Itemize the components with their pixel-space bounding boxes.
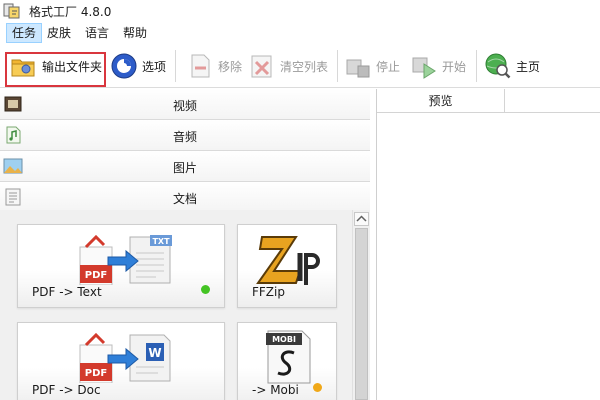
start-label: 开始 (442, 59, 467, 74)
start-icon (412, 57, 436, 79)
clear-list-label: 清空列表 (280, 59, 329, 74)
category-audio-label: 音频 (172, 130, 197, 144)
scroll-up-button[interactable] (354, 212, 369, 226)
remove-label: 移除 (218, 59, 243, 74)
svg-text:PDF: PDF (85, 368, 107, 379)
toolbar-divider (476, 50, 477, 82)
svg-text:MOBI: MOBI (272, 335, 296, 344)
home-label: 主页 (516, 59, 541, 74)
column-header-filler (505, 89, 600, 113)
category-picture-label: 图片 (172, 161, 197, 175)
menu-language[interactable]: 语言 (80, 23, 114, 43)
stop-label: 停止 (376, 59, 401, 74)
start-button[interactable]: 开始 (410, 50, 466, 82)
menu-bar: 任务 皮肤 语言 帮助 (0, 22, 600, 44)
stop-button[interactable]: 停止 (344, 50, 400, 82)
mobi-label: -> Mobi (252, 383, 299, 397)
home-button[interactable]: 主页 (484, 50, 540, 82)
options-gear-icon (111, 53, 137, 79)
pdf-to-text-label: PDF -> Text (32, 285, 102, 299)
options-label: 选项 (142, 59, 167, 74)
mobi-icon: MOBI (266, 330, 311, 384)
clear-list-button[interactable]: 清空列表 (248, 50, 328, 82)
category-picture[interactable]: 图片 (0, 151, 370, 182)
remove-document-icon (191, 54, 210, 78)
toolbar-divider (337, 50, 338, 82)
home-globe-icon (485, 53, 511, 79)
svg-text:PDF: PDF (85, 270, 107, 281)
category-audio[interactable]: 音频 (0, 120, 370, 151)
function-panel: 视频 音频 图片 文档 TXT PDF PDF -> Text FFZip W … (0, 89, 370, 400)
output-folder-highlight (5, 52, 106, 87)
svg-text:TXT: TXT (152, 237, 170, 246)
options-button[interactable]: 选项 (110, 50, 166, 82)
ffzip-icon (256, 236, 320, 285)
stop-icon (346, 59, 370, 78)
status-dot (201, 285, 210, 294)
pdf-to-doc-label: PDF -> Doc (32, 383, 101, 397)
title-bar: 格式工厂 4.8.0 (0, 0, 600, 22)
document-function-grid: TXT PDF PDF -> Text FFZip W PDF PDF -> D… (0, 210, 352, 400)
task-list-panel: 预览 (376, 89, 600, 400)
toolbar-divider (175, 50, 176, 82)
menu-help[interactable]: 帮助 (118, 23, 152, 43)
menu-skin[interactable]: 皮肤 (42, 23, 76, 43)
category-document[interactable]: 文档 (0, 182, 370, 213)
chevron-up-icon (356, 215, 367, 222)
mobi-card[interactable]: MOBI -> Mobi (237, 322, 337, 400)
window-title: 格式工厂 4.8.0 (29, 5, 112, 19)
category-video[interactable]: 视频 (0, 89, 370, 120)
pdf-to-text-card[interactable]: TXT PDF PDF -> Text (17, 224, 225, 308)
ffzip-card[interactable]: FFZip (237, 224, 337, 308)
category-document-label: 文档 (172, 192, 197, 206)
clear-list-icon (251, 55, 272, 78)
pdf-to-doc-card[interactable]: W PDF PDF -> Doc (17, 322, 225, 400)
status-dot (313, 383, 322, 392)
svg-text:W: W (148, 346, 161, 360)
ffzip-label: FFZip (252, 285, 285, 299)
app-logo-icon (3, 3, 20, 19)
pdf-to-doc-icon: W PDF (79, 332, 171, 383)
pdf-to-text-icon: TXT PDF (79, 234, 172, 285)
vertical-scrollbar[interactable] (352, 210, 370, 400)
preview-column-header[interactable]: 预览 (377, 89, 505, 113)
remove-button[interactable]: 移除 (186, 50, 242, 82)
category-video-label: 视频 (172, 99, 197, 113)
menu-task[interactable]: 任务 (6, 23, 43, 43)
scroll-thumb[interactable] (355, 228, 368, 400)
